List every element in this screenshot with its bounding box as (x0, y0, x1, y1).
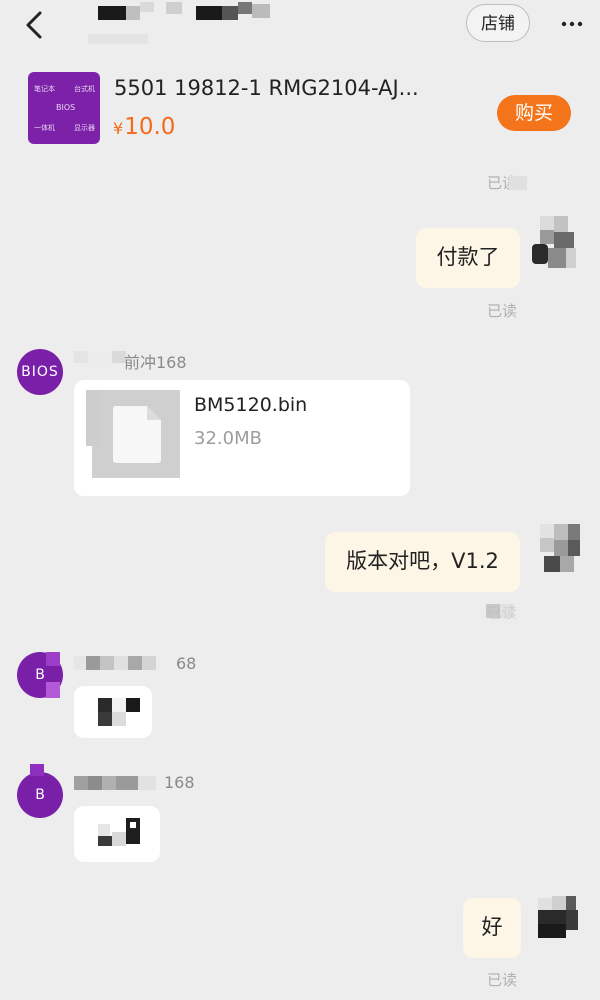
product-thumbnail[interactable]: 笔记本 台式机 BIOS 一体机 显示器 (28, 72, 100, 144)
read-status: 已读 (487, 604, 518, 622)
message-bubble-incoming[interactable] (74, 806, 160, 862)
user-avatar[interactable] (534, 892, 586, 940)
file-icon (86, 390, 180, 478)
sender-name-mosaic (74, 650, 184, 672)
product-price: ¥10.0 (113, 114, 175, 140)
user-avatar[interactable] (532, 520, 582, 580)
message-bubble-outgoing[interactable]: 版本对吧，V1.2 (325, 532, 520, 592)
thumbnail-label: 一体机 (34, 124, 55, 132)
product-title[interactable]: 5501 19812-1 RMG2104-AJ... (114, 76, 419, 100)
thumbnail-label: 显示器 (74, 124, 95, 132)
message-bubble-outgoing[interactable]: 付款了 (416, 228, 520, 288)
read-status: 已读 (487, 302, 518, 320)
buy-button[interactable]: 购买 (497, 95, 571, 131)
header-title (88, 2, 282, 46)
message-bubble-outgoing[interactable]: 好 (463, 898, 521, 958)
message-bubble-incoming[interactable] (74, 686, 152, 738)
thumbnail-label: BIOS (56, 103, 76, 112)
back-icon[interactable] (22, 10, 48, 40)
sender-name-mosaic (74, 349, 128, 367)
more-options-icon[interactable] (560, 16, 584, 30)
shop-avatar[interactable]: BIOS (17, 349, 63, 395)
sender-name: 68 (176, 654, 197, 673)
shop-avatar[interactable]: B (17, 772, 63, 818)
file-name: BM5120.bin (194, 394, 308, 416)
user-avatar[interactable] (530, 214, 582, 272)
read-status: 已读 (487, 971, 518, 989)
thumbnail-label: 台式机 (74, 85, 95, 93)
thumbnail-label: 笔记本 (34, 85, 55, 93)
sender-name-mosaic (74, 772, 174, 794)
file-size: 32.0MB (194, 428, 262, 449)
price-value: 10.0 (124, 114, 176, 140)
sender-name: 前冲168 (124, 353, 187, 372)
shop-button[interactable]: 店铺 (466, 4, 530, 42)
sender-name: 168 (164, 773, 195, 792)
price-currency: ¥ (113, 119, 124, 138)
